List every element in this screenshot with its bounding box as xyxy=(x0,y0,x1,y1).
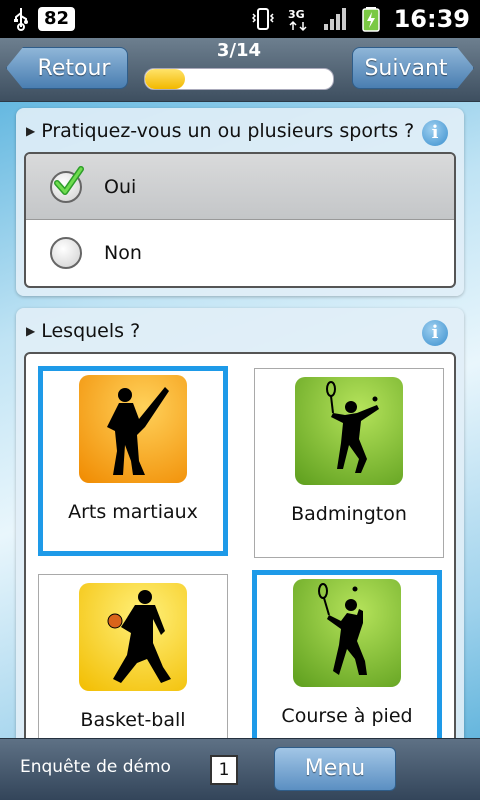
radio-button-checked[interactable] xyxy=(50,165,84,203)
sport-tile-martial-arts[interactable]: Arts martiaux xyxy=(38,366,228,556)
expand-triangle-icon: ▶ xyxy=(26,124,36,138)
option-non[interactable]: Non xyxy=(26,220,454,286)
option-label: Non xyxy=(104,242,142,264)
sport-label: Course à pied xyxy=(281,705,413,727)
back-button[interactable]: Retour xyxy=(6,47,128,89)
menu-button[interactable]: Menu xyxy=(274,747,396,791)
expand-triangle-icon: ▶ xyxy=(26,324,36,338)
page-badge[interactable]: 1 xyxy=(210,755,238,785)
question-card-which-sports: ▶ Lesquels ? i Arts martiaux Badmington xyxy=(16,308,464,748)
question-title: ▶ Pratiquez-vous un ou plusieurs sports … xyxy=(26,120,414,142)
progress-counter: 3/14 xyxy=(216,40,262,61)
battery-level-badge: 82 xyxy=(38,7,76,31)
badminton-icon xyxy=(295,377,403,485)
martial-arts-icon xyxy=(79,375,187,483)
checkmark-icon xyxy=(54,165,84,195)
clock: 16:39 xyxy=(393,5,470,33)
battery-charging-icon xyxy=(361,7,380,32)
radio-group: Oui Non xyxy=(24,152,456,288)
info-icon[interactable]: i xyxy=(422,120,448,146)
3g-icon: 3G xyxy=(288,8,307,32)
question-title: ▶ Lesquels ? xyxy=(26,320,140,342)
survey-name: Enquête de démo xyxy=(20,757,171,777)
progress-bar xyxy=(144,68,334,90)
vibrate-icon xyxy=(251,8,274,30)
svg-text:3G: 3G xyxy=(288,8,305,21)
sport-label: Basket-ball xyxy=(80,709,186,731)
progress-fill xyxy=(145,69,186,89)
status-bar: 82 3G 16:39 xyxy=(0,0,480,38)
tennis-player-icon xyxy=(293,579,401,687)
info-icon[interactable]: i xyxy=(422,320,448,346)
basketball-icon xyxy=(79,583,187,691)
radio-button-unchecked[interactable] xyxy=(50,237,82,269)
next-button[interactable]: Suivant xyxy=(352,47,474,89)
option-oui[interactable]: Oui xyxy=(26,154,454,220)
usb-icon xyxy=(14,8,28,31)
question-text: Pratiquez-vous un ou plusieurs sports ? xyxy=(41,120,415,142)
bottom-bar: Enquête de démo 1 Menu xyxy=(0,738,480,800)
sports-grid: Arts martiaux Badmington Basket-ball Cou… xyxy=(24,352,456,748)
option-label: Oui xyxy=(104,175,137,198)
signal-icon xyxy=(323,8,346,30)
question-card-sports-practice: ▶ Pratiquez-vous un ou plusieurs sports … xyxy=(16,108,464,296)
sport-label: Arts martiaux xyxy=(68,501,198,523)
sport-tile-basketball[interactable]: Basket-ball xyxy=(38,574,228,748)
survey-header: Retour 3/14 Suivant xyxy=(0,38,480,102)
sport-tile-badminton[interactable]: Badmington xyxy=(254,368,444,558)
sport-tile-running[interactable]: Course à pied xyxy=(252,570,442,748)
question-text: Lesquels ? xyxy=(41,320,141,342)
sport-label: Badmington xyxy=(291,503,407,525)
